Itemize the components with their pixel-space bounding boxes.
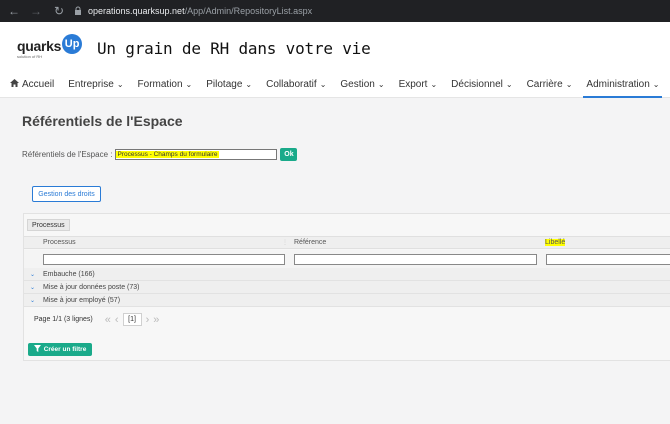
current-page-button[interactable]: [1] — [122, 313, 142, 326]
logo-subtitle: solution of RH — [17, 54, 43, 59]
pager-controls: « ‹ [1] › » — [103, 313, 162, 326]
nav-label: Gestion — [340, 79, 375, 90]
nav-label: Export — [398, 79, 428, 90]
home-icon — [10, 79, 19, 90]
rights-management-button[interactable]: Gestion des droits — [32, 186, 101, 202]
space-label: Référentiels de l'Espace : — [22, 150, 113, 159]
chevron-down-icon: ⌄ — [185, 80, 193, 89]
nav-item-gestion[interactable]: Gestion ⌄ — [340, 72, 384, 98]
group-row-label: Mise à jour employé (57) — [43, 296, 121, 304]
group-row-label: Mise à jour données poste (73) — [43, 283, 140, 291]
nav-label: Carrière — [526, 79, 563, 90]
address-bar[interactable]: operations.quarksup.net/App/Admin/Reposi… — [72, 2, 670, 20]
nav-item-administration[interactable]: Administration ⌄ — [583, 72, 663, 98]
ok-button[interactable]: Ok — [280, 148, 298, 161]
space-selector-row: Référentiels de l'Espace : Processus - C… — [22, 148, 298, 161]
app-header: quarks Up solution of RH Un grain de RH … — [0, 22, 670, 72]
logo-text: quarks — [17, 38, 62, 54]
first-page-icon[interactable]: « — [105, 314, 111, 326]
expand-chevron-icon[interactable]: ⌄ — [30, 297, 43, 304]
column-header-processus[interactable]: Processus — [43, 239, 76, 246]
page-title: Référentiels de l'Espace — [22, 113, 183, 129]
url-path: /App/Admin/RepositoryList.aspx — [184, 6, 313, 16]
group-by-processus-chip[interactable]: Processus — [27, 219, 70, 231]
nav-item-decisionnel[interactable]: Décisionnel ⌄ — [451, 72, 512, 98]
repository-grid: Processus Processus ⋮ Référence Libellé … — [23, 213, 670, 361]
pager: Page 1/1 (3 lignes) « ‹ [1] › » — [34, 313, 161, 326]
chevron-down-icon: ⌄ — [116, 80, 124, 89]
chevron-down-icon: ⌄ — [319, 80, 327, 89]
chevron-down-icon: ⌄ — [652, 80, 660, 89]
column-header-libelle-label: Libellé — [545, 239, 566, 246]
main-nav: Accueil Entreprise ⌄ Formation ⌄ Pilotage ⌄… — [0, 72, 670, 98]
group-row[interactable]: ⌄ Embauche (166) — [24, 268, 670, 281]
chevron-down-icon: ⌄ — [565, 80, 573, 89]
lock-icon — [72, 6, 84, 17]
nav-item-accueil[interactable]: Accueil — [10, 72, 54, 98]
group-row-label: Embauche (166) — [43, 270, 95, 278]
nav-label: Entreprise — [68, 79, 114, 90]
space-select-value: Processus - Champs du formulaire — [116, 151, 219, 158]
nav-item-carriere[interactable]: Carrière ⌄ — [527, 72, 573, 98]
nav-item-formation[interactable]: Formation ⌄ — [138, 72, 193, 98]
group-row[interactable]: ⌄ Mise à jour employé (57) — [24, 294, 670, 307]
last-page-icon[interactable]: » — [153, 314, 159, 326]
prev-page-icon[interactable]: ‹ — [115, 314, 119, 326]
chevron-down-icon: ⌄ — [430, 80, 438, 89]
expand-chevron-icon[interactable]: ⌄ — [30, 271, 43, 278]
nav-item-entreprise[interactable]: Entreprise ⌄ — [68, 72, 123, 98]
filter-input-processus[interactable] — [43, 254, 285, 265]
chevron-down-icon: ⌄ — [377, 80, 385, 89]
chevron-down-icon: ⌄ — [245, 80, 253, 89]
logo-badge: Up — [62, 34, 83, 54]
grid-filter-row — [24, 250, 670, 269]
column-resize-handle[interactable]: ⋮ — [282, 239, 288, 246]
create-filter-label: Créer un filtre — [43, 346, 87, 353]
next-page-icon[interactable]: › — [146, 314, 150, 326]
group-row[interactable]: ⌄ Mise à jour données poste (73) — [24, 281, 670, 294]
nav-label: Administration — [586, 79, 650, 90]
tagline: Un grain de RH dans votre vie — [97, 39, 371, 58]
browser-toolbar: ← → ↻ operations.quarksup.net/App/Admin/… — [0, 0, 670, 22]
pager-summary: Page 1/1 (3 lignes) — [34, 316, 93, 323]
nav-label: Collaboratif — [266, 79, 317, 90]
grid-header-row: Processus ⋮ Référence Libellé — [24, 236, 670, 249]
nav-item-pilotage[interactable]: Pilotage ⌄ — [206, 72, 252, 98]
url-host: operations.quarksup.net — [88, 6, 185, 16]
filter-input-reference[interactable] — [294, 254, 537, 265]
forward-arrow-icon[interactable]: → — [28, 4, 44, 18]
quarksup-logo[interactable]: quarks Up solution of RH — [17, 34, 83, 59]
nav-item-collaboratif[interactable]: Collaboratif ⌄ — [266, 72, 326, 98]
funnel-icon — [33, 345, 41, 354]
filter-input-libelle[interactable] — [546, 254, 670, 265]
nav-label: Formation — [137, 79, 183, 90]
chevron-down-icon: ⌄ — [505, 80, 513, 89]
column-header-reference[interactable]: Référence — [294, 239, 326, 246]
space-select[interactable]: Processus - Champs du formulaire — [115, 149, 278, 160]
nav-label: Décisionnel — [451, 79, 503, 90]
back-arrow-icon[interactable]: ← — [6, 4, 22, 18]
nav-label: Pilotage — [206, 79, 243, 90]
column-header-libelle[interactable]: Libellé — [545, 239, 566, 246]
nav-label: Accueil — [22, 79, 55, 90]
reload-icon[interactable]: ↻ — [52, 4, 66, 18]
nav-item-export[interactable]: Export ⌄ — [399, 72, 438, 98]
expand-chevron-icon[interactable]: ⌄ — [30, 284, 43, 291]
create-filter-button[interactable]: Créer un filtre — [28, 343, 92, 356]
